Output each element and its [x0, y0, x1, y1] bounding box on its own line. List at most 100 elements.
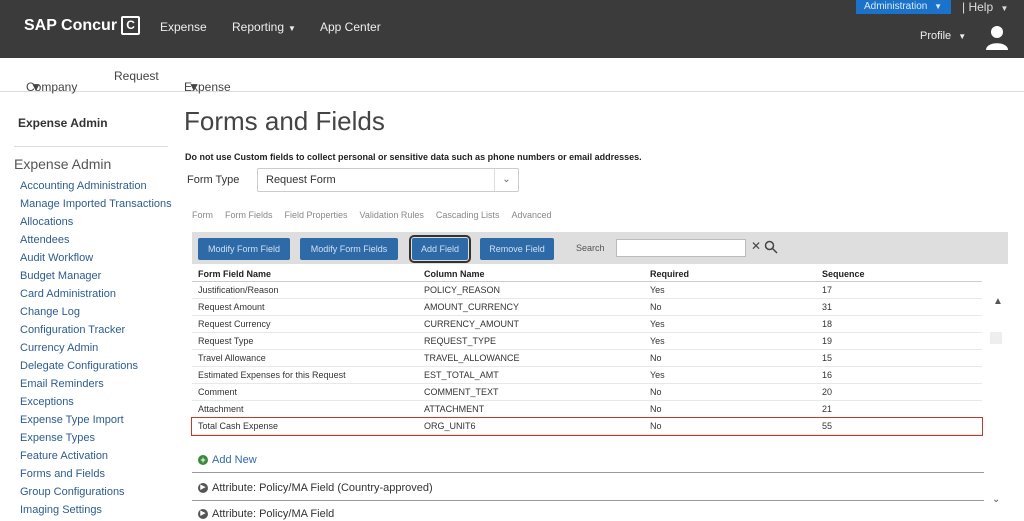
left-nav-item[interactable]: Exceptions [20, 396, 172, 414]
cell-field-name: Request Amount [198, 302, 265, 312]
table-row[interactable]: Request Type REQUEST_TYPE Yes 19 [192, 333, 982, 350]
administration-button[interactable]: Administration ▼ [856, 0, 951, 14]
left-nav-item[interactable]: Accounting Administration [20, 180, 172, 198]
top-bar: SAP Concur C Expense Reporting ▼ App Cent… [0, 0, 1024, 58]
section-attribute-1[interactable]: ▶ Attribute: Policy/MA Field (Country-ap… [198, 482, 433, 494]
table-row[interactable]: Justification/Reason POLICY_REASON Yes 17 [192, 282, 982, 299]
left-nav-item[interactable]: Allocations [20, 216, 172, 234]
cell-required: No [650, 404, 662, 414]
search-icon[interactable] [764, 240, 778, 254]
cell-required: No [650, 353, 662, 363]
left-nav-item[interactable]: Feature Activation [20, 450, 172, 468]
table-row[interactable]: Attachment ATTACHMENT No 21 [192, 401, 982, 418]
plus-icon: + [198, 455, 208, 465]
left-nav-item[interactable]: Delegate Configurations [20, 360, 172, 378]
close-icon[interactable]: ✕ [751, 239, 761, 253]
column-header-name[interactable]: Form Field Name [198, 269, 271, 279]
left-nav-item[interactable]: Expense Type Import [20, 414, 172, 432]
cell-sequence: 16 [822, 370, 833, 380]
left-nav-item[interactable]: Audit Workflow [20, 252, 172, 270]
page-title: Forms and Fields [184, 106, 385, 136]
cell-field-name: Request Currency [198, 319, 271, 329]
profile-menu[interactable]: Profile ▼ [920, 30, 966, 42]
cell-required: No [650, 387, 662, 397]
subnav-request[interactable]: Request [114, 69, 159, 83]
left-nav-list: Accounting Administration Manage Imported… [20, 180, 172, 521]
grid-header: Form Field Name Column Name Required Seq… [192, 266, 982, 282]
cell-field-name: Request Type [198, 336, 254, 346]
add-new-link[interactable]: + Add New [198, 454, 257, 466]
grid-body: Justification/Reason POLICY_REASON Yes 17 Re… [191, 282, 983, 436]
left-nav-item[interactable]: Change Log [20, 306, 172, 324]
left-nav-item[interactable]: Currency Admin [20, 342, 172, 360]
form-type-label: Form Type [187, 174, 240, 186]
left-nav-item[interactable]: Forms and Fields [20, 468, 172, 486]
search-input[interactable] [616, 239, 746, 257]
expand-icon: ▶ [198, 509, 208, 519]
cell-sequence: 31 [822, 302, 833, 312]
table-row[interactable]: Request Amount AMOUNT_CURRENCY No 31 [192, 299, 982, 316]
chevron-down-icon: ⌄ [494, 169, 518, 191]
add-field-button[interactable]: Add Field [409, 235, 471, 263]
scrollbar-thumb[interactable] [990, 332, 1002, 344]
add-new-label: Add New [212, 454, 257, 466]
left-nav-item[interactable]: Expense Types [20, 432, 172, 450]
left-nav-item[interactable]: Attendees [20, 234, 172, 252]
tab[interactable]: Advanced [511, 210, 551, 220]
column-header-column[interactable]: Column Name [424, 269, 485, 279]
cell-sequence: 19 [822, 336, 833, 346]
modify-form-fields-button[interactable]: Modify Form Fields [300, 238, 398, 260]
logo-mark-icon: C [121, 16, 141, 35]
remove-field-button[interactable]: Remove Field [480, 238, 554, 260]
nav-reporting[interactable]: Reporting ▼ [232, 20, 296, 34]
chevron-down-icon: ▼ [30, 80, 42, 94]
left-nav-section-title: Expense Admin [14, 156, 112, 172]
tab[interactable]: Validation Rules [360, 210, 424, 220]
divider [192, 472, 984, 473]
cell-required: Yes [650, 319, 665, 329]
tab[interactable]: Form Fields [225, 210, 273, 220]
cell-field-name: Total Cash Expense [198, 421, 279, 431]
cell-sequence: 20 [822, 387, 833, 397]
logo-text: SAP Concur [24, 16, 118, 34]
form-type-select[interactable]: Request Form ⌄ [257, 168, 519, 192]
chevron-down-icon[interactable]: ⌄ [992, 494, 1000, 505]
modify-form-field-button[interactable]: Modify Form Field [198, 238, 290, 260]
chevron-down-icon: ▼ [188, 80, 200, 94]
form-type-value: Request Form [266, 174, 336, 186]
help-link[interactable]: | Help ▼ [962, 0, 1008, 14]
column-header-required[interactable]: Required [650, 269, 689, 279]
cell-required: No [650, 302, 662, 312]
left-nav-item[interactable]: Configuration Tracker [20, 324, 172, 342]
tab[interactable]: Form [192, 210, 213, 220]
table-row[interactable]: Estimated Expenses for this Request EST_T… [192, 367, 982, 384]
tab[interactable]: Cascading Lists [436, 210, 500, 220]
section-attribute-2[interactable]: ▶ Attribute: Policy/MA Field [198, 508, 334, 520]
left-nav-title[interactable]: Expense Admin [18, 116, 108, 130]
cell-column-name: REQUEST_TYPE [424, 336, 497, 346]
cell-required: Yes [650, 370, 665, 380]
section-label: Attribute: Policy/MA Field [212, 508, 335, 520]
table-row[interactable]: Comment COMMENT_TEXT No 20 [192, 384, 982, 401]
sap-concur-logo[interactable]: SAP Concur C [24, 16, 141, 35]
cell-required: No [650, 421, 662, 431]
left-nav-item[interactable]: Card Administration [20, 288, 172, 306]
left-nav-item[interactable]: Email Reminders [20, 378, 172, 396]
form-fields-grid: Form Field Name Column Name Required Seq… [191, 266, 983, 436]
table-row[interactable]: Travel Allowance TRAVEL_ALLOWANCE No 15 [192, 350, 982, 367]
column-header-sequence[interactable]: Sequence [822, 269, 865, 279]
grid-toolbar: Modify Form Field Modify Form Fields Add… [192, 232, 1008, 264]
section-label: Attribute: Policy/MA Field (Country-appr… [212, 482, 433, 494]
left-nav-item[interactable]: Group Configurations [20, 486, 172, 504]
scroll-up-icon[interactable]: ▲ [993, 296, 1003, 307]
cell-column-name: POLICY_REASON [424, 285, 501, 295]
left-nav-item[interactable]: Manage Imported Transactions [20, 198, 172, 216]
left-nav-item[interactable]: Imaging Settings [20, 504, 172, 521]
nav-app-center[interactable]: App Center [320, 20, 381, 34]
nav-expense[interactable]: Expense [160, 20, 207, 34]
left-nav-item[interactable]: Budget Manager [20, 270, 172, 288]
tab[interactable]: Field Properties [285, 210, 348, 220]
table-row[interactable]: Request Currency CURRENCY_AMOUNT Yes 18 [192, 316, 982, 333]
table-row[interactable]: Total Cash Expense ORG_UNIT6 No 55 [191, 417, 983, 436]
avatar-icon[interactable] [985, 24, 1009, 50]
